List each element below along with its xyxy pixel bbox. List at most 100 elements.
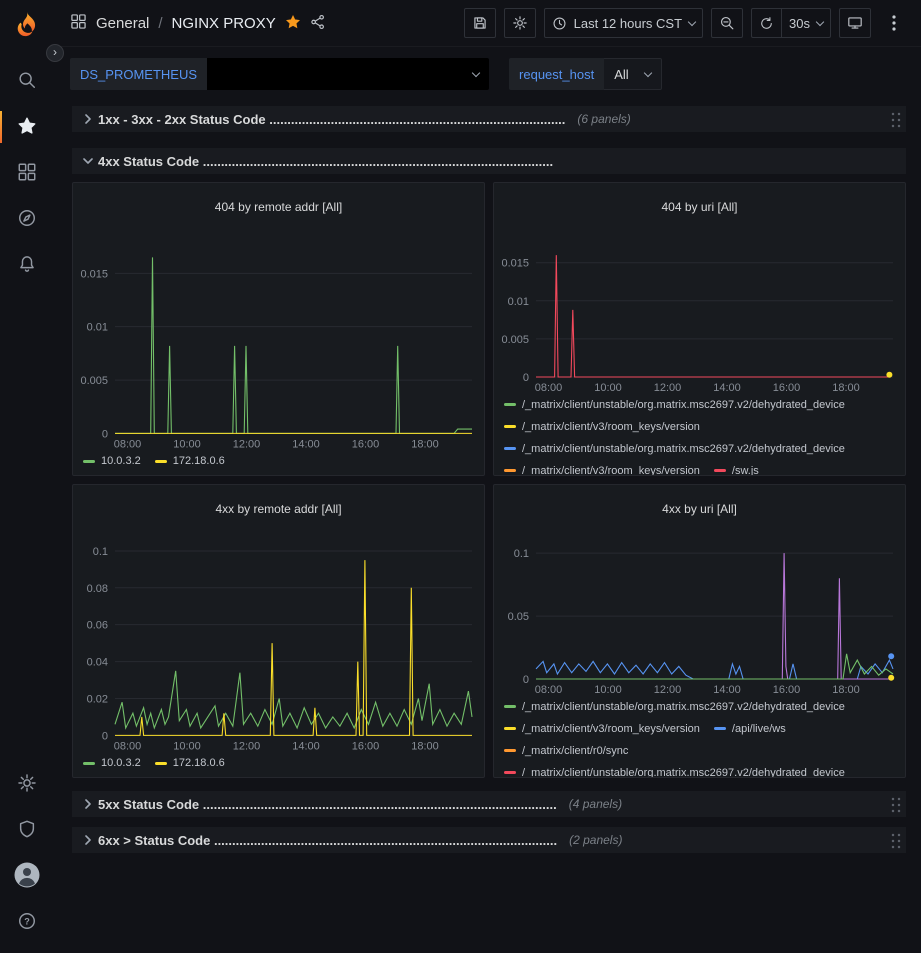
- sidebar-item-help[interactable]: ?: [0, 899, 54, 945]
- request-host-variable-label[interactable]: request_host: [509, 58, 604, 90]
- series-label: 172.18.0.6: [173, 755, 225, 771]
- legend-item[interactable]: 10.0.3.2: [83, 453, 141, 469]
- datasource-variable-select[interactable]: [207, 58, 489, 90]
- refresh-button[interactable]: [751, 8, 781, 38]
- svg-text:08:00: 08:00: [114, 438, 142, 450]
- row-header-5xx[interactable]: 5xx Status Code ........................…: [72, 791, 906, 817]
- legend-item[interactable]: /_matrix/client/r0/sync: [504, 743, 628, 759]
- legend-item[interactable]: 10.0.3.2: [83, 755, 141, 771]
- request-host-variable-select[interactable]: All: [604, 58, 662, 90]
- user-avatar: [14, 862, 40, 891]
- sidebar-item-explore[interactable]: [0, 196, 54, 242]
- series-color-swatch: [83, 762, 95, 765]
- series-label: /_matrix/client/unstable/org.matrix.msc2…: [522, 397, 845, 413]
- svg-text:0: 0: [523, 674, 529, 686]
- refresh-interval-dropdown[interactable]: 30s: [781, 8, 831, 38]
- variables-toolbar: DS_PROMETHEUS request_host All: [54, 47, 921, 100]
- svg-text:0.015: 0.015: [501, 258, 529, 270]
- chevron-right-icon: [78, 799, 98, 809]
- sidebar-item-server-admin[interactable]: [0, 807, 54, 853]
- sidebar-item-profile[interactable]: [0, 853, 54, 899]
- legend-item[interactable]: /_matrix/client/v3/room_keys/version: [504, 419, 700, 435]
- legend-item[interactable]: /_matrix/client/unstable/org.matrix.msc2…: [504, 699, 845, 715]
- legend-item[interactable]: /_matrix/client/v3/room_keys/version: [504, 721, 700, 737]
- datasource-variable-label[interactable]: DS_PROMETHEUS: [70, 58, 207, 90]
- svg-text:10:00: 10:00: [594, 684, 622, 696]
- datasource-variable: DS_PROMETHEUS: [70, 58, 489, 90]
- series-color-swatch: [504, 727, 516, 730]
- time-series-chart[interactable]: 0.0150.010.005008:0010:0012:0014:0016:00…: [494, 226, 905, 395]
- svg-text:14:00: 14:00: [713, 684, 741, 696]
- time-series-chart[interactable]: 0.0150.010.005008:0010:0012:0014:0016:00…: [73, 226, 484, 451]
- svg-text:0.04: 0.04: [87, 657, 108, 669]
- row-title: 4xx Status Code ........................…: [98, 154, 553, 169]
- svg-text:14:00: 14:00: [292, 740, 320, 752]
- time-range-picker[interactable]: Last 12 hours CST: [544, 8, 703, 38]
- legend-item[interactable]: /sw.js: [714, 463, 759, 475]
- panel-legend: 10.0.3.2 172.18.0.6: [73, 451, 484, 475]
- chart-panel: 404 by remote addr [All] 0.0150.010.0050…: [72, 182, 485, 476]
- tv-mode-button[interactable]: [839, 8, 871, 38]
- chart-panel: 4xx by remote addr [All] 0.10.080.060.04…: [72, 484, 485, 778]
- gear-icon: [17, 773, 37, 796]
- series-color-swatch: [504, 425, 516, 428]
- series-color-swatch: [714, 469, 726, 472]
- grafana-logo[interactable]: [11, 10, 43, 42]
- kebab-menu-icon[interactable]: [879, 8, 909, 38]
- sidebar-item-alerting[interactable]: [0, 242, 54, 288]
- chevron-down-icon: [78, 156, 98, 166]
- series-color-swatch: [155, 460, 167, 463]
- row-drag-handle[interactable]: [890, 832, 902, 849]
- time-series-chart[interactable]: 0.10.05008:0010:0012:0014:0016:0018:00: [494, 528, 905, 697]
- row-drag-handle[interactable]: [890, 111, 902, 128]
- sidebar-item-dashboards[interactable]: [0, 150, 54, 196]
- panel-title[interactable]: 404 by remote addr [All]: [73, 193, 484, 214]
- svg-text:14:00: 14:00: [713, 382, 741, 394]
- breadcrumb-folder[interactable]: General: [96, 15, 149, 32]
- time-series-chart[interactable]: 0.10.080.060.040.02008:0010:0012:0014:00…: [73, 528, 484, 753]
- legend-item[interactable]: 172.18.0.6: [155, 755, 225, 771]
- legend-item[interactable]: 172.18.0.6: [155, 453, 225, 469]
- svg-text:18:00: 18:00: [411, 438, 439, 450]
- row-header-6xx[interactable]: 6xx > Status Code ......................…: [72, 827, 906, 853]
- breadcrumb-separator: /: [158, 15, 162, 32]
- legend-item[interactable]: /_matrix/client/unstable/org.matrix.msc2…: [504, 441, 845, 457]
- save-dashboard-button[interactable]: [464, 8, 496, 38]
- series-color-swatch: [504, 447, 516, 450]
- row-drag-handle[interactable]: [890, 796, 902, 813]
- svg-text:0: 0: [102, 730, 108, 742]
- dashboard-settings-button[interactable]: [504, 8, 536, 38]
- panel-title[interactable]: 4xx by remote addr [All]: [73, 495, 484, 516]
- row-header-4xx[interactable]: 4xx Status Code ........................…: [72, 148, 906, 174]
- legend-item[interactable]: /_matrix/client/unstable/org.matrix.msc2…: [504, 397, 845, 413]
- apps-grid-icon: [70, 13, 87, 33]
- chevron-down-icon: [688, 17, 696, 25]
- svg-text:08:00: 08:00: [535, 684, 563, 696]
- chart-panel: 404 by uri [All] 0.0150.010.005008:0010:…: [493, 182, 906, 476]
- series-label: 10.0.3.2: [101, 755, 141, 771]
- sidebar-expand-button[interactable]: ›: [46, 44, 64, 62]
- svg-text:0.08: 0.08: [87, 583, 108, 595]
- sidebar-item-configuration[interactable]: [0, 761, 54, 807]
- favorite-star-icon[interactable]: [285, 14, 301, 33]
- legend-item[interactable]: /_matrix/client/unstable/org.matrix.msc2…: [504, 765, 845, 777]
- series-label: /_matrix/client/unstable/org.matrix.msc2…: [522, 765, 845, 777]
- svg-text:0.1: 0.1: [514, 548, 529, 560]
- panel-title[interactable]: 4xx by uri [All]: [494, 495, 905, 516]
- sidebar-item-search[interactable]: [0, 58, 54, 104]
- svg-text:?: ?: [24, 916, 30, 926]
- shield-icon: [17, 819, 37, 842]
- svg-text:12:00: 12:00: [233, 438, 261, 450]
- legend-item[interactable]: /api/live/ws: [714, 721, 786, 737]
- breadcrumb-dashboard-title[interactable]: NGINX PROXY: [172, 15, 276, 32]
- zoom-out-button[interactable]: [711, 8, 743, 38]
- sidebar-item-starred[interactable]: [0, 104, 54, 150]
- share-icon[interactable]: [310, 14, 326, 33]
- svg-text:0.005: 0.005: [80, 375, 108, 387]
- panel-title[interactable]: 404 by uri [All]: [494, 193, 905, 214]
- svg-text:18:00: 18:00: [832, 382, 860, 394]
- row-header-1xx-3xx-2xx[interactable]: 1xx - 3xx - 2xx Status Code ............…: [72, 106, 906, 132]
- chevron-down-icon: [644, 68, 652, 76]
- search-icon: [17, 70, 37, 93]
- legend-item[interactable]: /_matrix/client/v3/room_keys/version: [504, 463, 700, 475]
